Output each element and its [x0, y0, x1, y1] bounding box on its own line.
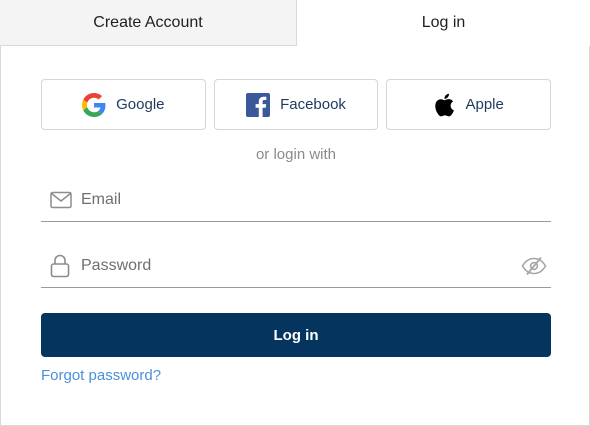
google-login-label: Google [116, 96, 165, 113]
forgot-password-link[interactable]: Forgot password? [41, 367, 161, 384]
mail-icon [41, 191, 81, 209]
apple-icon [433, 93, 455, 117]
lock-icon [41, 254, 81, 278]
password-field [41, 244, 551, 288]
apple-login-button[interactable]: Apple [386, 79, 552, 130]
tab-create-account[interactable]: Create Account [0, 0, 297, 46]
tab-bar: Create Account Log in [0, 0, 590, 46]
google-icon [82, 92, 106, 117]
facebook-login-label: Facebook [280, 96, 346, 113]
facebook-login-button[interactable]: Facebook [213, 79, 379, 130]
email-field [41, 178, 551, 222]
tab-log-in[interactable]: Log in [297, 0, 590, 46]
social-login-row: Google Facebook Apple [41, 79, 552, 130]
facebook-icon [246, 92, 271, 117]
apple-login-label: Apple [465, 96, 504, 113]
eye-slash-icon[interactable] [515, 256, 551, 276]
password-input[interactable] [81, 245, 515, 286]
login-submit-button[interactable]: Log in [41, 313, 551, 357]
or-login-with-text: or login with [255, 146, 337, 163]
google-login-button[interactable]: Google [41, 79, 206, 130]
email-input[interactable] [81, 179, 551, 220]
